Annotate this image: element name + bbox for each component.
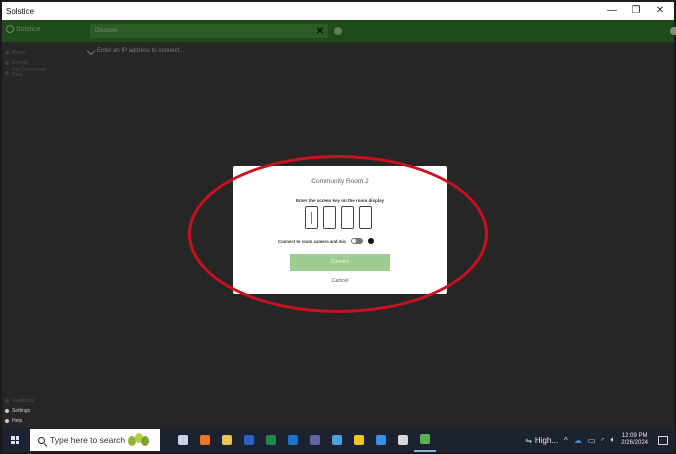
profile-icon[interactable] bbox=[670, 27, 676, 35]
network-icon: ⇋ bbox=[525, 435, 532, 445]
solstice-icon[interactable] bbox=[414, 428, 436, 452]
discover-search-input[interactable]: Discover ✕ bbox=[90, 24, 328, 38]
sidebar-item-label: Get Connected Help bbox=[12, 68, 46, 78]
taskbar-search-placeholder: Type here to search bbox=[50, 435, 126, 445]
camera-mic-toggle[interactable] bbox=[351, 238, 364, 244]
taskbar-apps bbox=[172, 428, 436, 452]
feedback-icon bbox=[5, 399, 9, 403]
network-label: High... bbox=[534, 435, 559, 445]
file-explorer-icon-glyph bbox=[222, 435, 232, 445]
window-titlebar: Solstice — ❐ ✕ bbox=[2, 2, 674, 20]
gear-icon bbox=[5, 409, 9, 413]
sidebar-item-label: Settings bbox=[12, 408, 31, 414]
file-explorer-icon[interactable] bbox=[216, 428, 238, 452]
brand-label: Solstice bbox=[16, 25, 41, 33]
window-title: Solstice bbox=[6, 6, 35, 16]
info-icon[interactable] bbox=[334, 27, 342, 35]
word-icon[interactable] bbox=[238, 428, 260, 452]
question-icon bbox=[5, 419, 9, 423]
sidebar-item-home[interactable]: Home bbox=[2, 48, 46, 58]
zoom-icon-glyph bbox=[376, 435, 386, 445]
pistachio-icon bbox=[128, 433, 150, 447]
home-icon bbox=[5, 51, 9, 55]
sidebar-item-label: Recent bbox=[12, 60, 28, 66]
chevron-up-icon[interactable]: ^ bbox=[564, 436, 568, 445]
camera-mic-label: Connect to room camera and mic bbox=[278, 238, 347, 244]
sidebar-item-feedback[interactable]: Feedback bbox=[2, 396, 34, 406]
start-button[interactable] bbox=[2, 428, 28, 452]
search-placeholder: Discover bbox=[95, 28, 119, 34]
screen-key-dialog: Community Room 2 Enter the screen key on… bbox=[233, 166, 447, 294]
teams-icon-glyph bbox=[310, 435, 320, 445]
help-icon bbox=[5, 71, 9, 75]
clock-date: 2/26/2024 bbox=[621, 440, 648, 446]
sidebar-item-label: Feedback bbox=[12, 398, 34, 404]
screen-key-digit-4[interactable] bbox=[359, 206, 372, 229]
ip-address-prompt-text: Enter an IP address to connect... bbox=[97, 48, 185, 54]
file-manager-icon[interactable] bbox=[326, 428, 348, 452]
sidebar-item-get-connected[interactable]: Get Connected Help bbox=[2, 68, 46, 78]
solstice-logo-icon bbox=[6, 25, 14, 33]
speaker-icon[interactable]: 🔈︎ bbox=[610, 435, 615, 445]
task-view-icon[interactable] bbox=[172, 428, 194, 452]
screen-key-instruction: Enter the screen key on the room display bbox=[295, 198, 385, 203]
outlook-icon[interactable] bbox=[282, 428, 304, 452]
sidebar-item-label: Home bbox=[12, 50, 26, 56]
sidebar-top: Home Recent Get Connected Help bbox=[2, 48, 46, 78]
close-button[interactable]: ✕ bbox=[648, 2, 672, 20]
file-manager-icon-glyph bbox=[332, 435, 342, 445]
connect-button[interactable]: Connect bbox=[290, 254, 390, 271]
window-controls: — ❐ ✕ bbox=[600, 2, 672, 20]
excel-icon-glyph bbox=[266, 435, 276, 445]
screen-key-digit-1[interactable] bbox=[305, 206, 318, 229]
teams-icon[interactable] bbox=[304, 428, 326, 452]
zoom-icon[interactable] bbox=[370, 428, 392, 452]
capcut-icon-glyph bbox=[398, 435, 408, 445]
clear-search-icon[interactable]: ✕ bbox=[316, 26, 328, 37]
firefox-icon[interactable] bbox=[194, 428, 216, 452]
room-name: Community Room 2 bbox=[311, 178, 369, 185]
minimize-button[interactable]: — bbox=[600, 2, 624, 20]
search-icon bbox=[38, 436, 45, 444]
solstice-icon-glyph bbox=[420, 434, 430, 444]
chevron-icon bbox=[86, 46, 96, 56]
system-tray: ⇋ High... ^ ☁ ▭ ◜ 🔈︎ 12:09 PM 2/26/2024 bbox=[525, 428, 674, 452]
sidebar-item-label-line2: Help bbox=[12, 72, 23, 78]
firefox-icon-glyph bbox=[200, 435, 210, 445]
clock-time: 12:09 PM bbox=[621, 433, 648, 439]
screen-key-inputs bbox=[305, 206, 372, 229]
sidebar-item-settings[interactable]: Settings bbox=[2, 406, 34, 416]
brand: Solstice bbox=[6, 25, 41, 33]
app-header: Solstice Discover ✕ bbox=[2, 20, 676, 42]
maximize-button[interactable]: ❐ bbox=[624, 2, 648, 20]
ip-address-prompt[interactable]: Enter an IP address to connect... bbox=[86, 46, 185, 56]
onedrive-icon[interactable]: ☁ bbox=[574, 436, 582, 445]
screen-key-digit-3[interactable] bbox=[341, 206, 354, 229]
excel-icon[interactable] bbox=[260, 428, 282, 452]
info-icon[interactable] bbox=[368, 238, 375, 244]
taskbar-search-input[interactable]: Type here to search bbox=[30, 429, 160, 451]
clock-icon bbox=[5, 61, 9, 65]
cancel-button[interactable]: Cancel bbox=[233, 278, 447, 284]
screen-key-digit-2[interactable] bbox=[323, 206, 336, 229]
wifi-icon[interactable]: ◜ bbox=[601, 436, 604, 445]
battery-icon[interactable]: ▭ bbox=[588, 436, 596, 445]
word-icon-glyph bbox=[244, 435, 254, 445]
windows-logo-icon bbox=[11, 436, 19, 444]
sticky-notes-icon[interactable] bbox=[348, 428, 370, 452]
clock[interactable]: 12:09 PM 2/26/2024 bbox=[621, 433, 648, 447]
windows-taskbar: Type here to search ⇋ High... ^ ☁ ▭ ◜ 🔈︎… bbox=[2, 428, 674, 452]
sticky-notes-icon-glyph bbox=[354, 435, 364, 445]
sidebar-item-help[interactable]: Help bbox=[2, 416, 34, 426]
capcut-icon[interactable] bbox=[392, 428, 414, 452]
sidebar-item-label: Help bbox=[12, 418, 23, 424]
camera-mic-row: Connect to room camera and mic bbox=[278, 238, 375, 244]
network-status[interactable]: ⇋ High... bbox=[525, 436, 558, 445]
task-view-icon-glyph bbox=[178, 435, 188, 445]
sidebar-bottom: Feedback Settings Help bbox=[2, 396, 34, 426]
notification-icon[interactable] bbox=[658, 435, 668, 445]
outlook-icon-glyph bbox=[288, 435, 298, 445]
